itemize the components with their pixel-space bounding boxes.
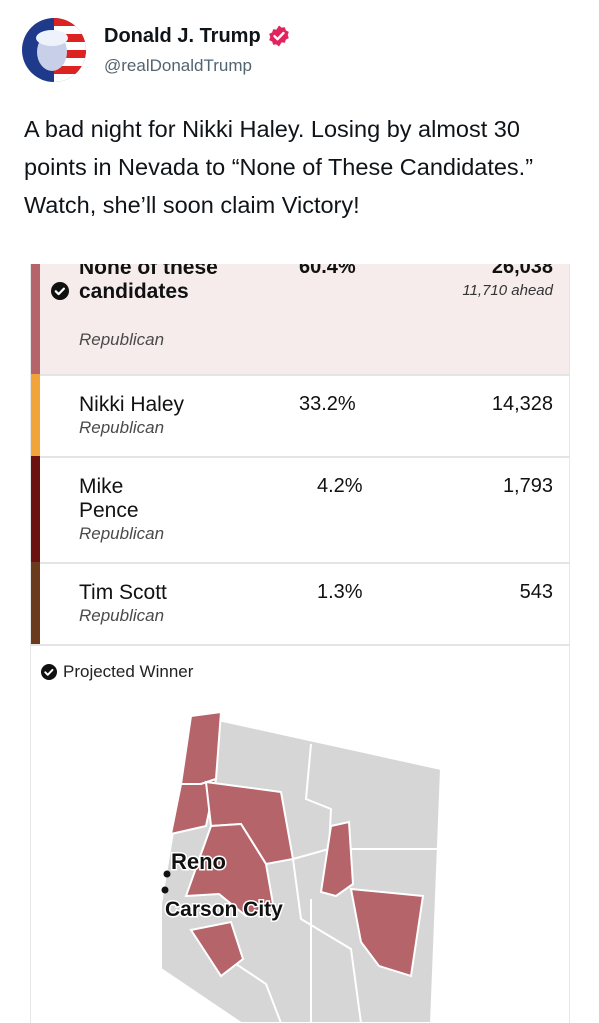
vote-count: 14,328 [491,393,553,415]
candidate-color-bar [31,374,40,456]
vote-count: 26,038 [491,264,553,278]
legend-label: Projected Winner [63,662,194,681]
candidate-color-bar [31,456,40,562]
city-label: Reno [171,849,226,874]
candidate-name: Tim Scott [79,581,167,604]
projected-winner-legend: Projected Winner [41,662,193,682]
avatar[interactable] [22,18,86,82]
tweet-text: A bad night for Nikki Haley. Losing by a… [24,116,534,218]
vote-count: 543 [519,581,553,603]
map-county [179,710,223,785]
author-name[interactable]: Donald J. Trump [104,25,261,48]
results-row: Tim Scott Republican 1.3% 543 [31,562,569,646]
vote-lead: 11,710 ahead [462,282,553,299]
author-handle[interactable]: @realDonaldTrump [104,56,252,76]
results-card: None of these candidates Republican 60.4… [30,264,570,1023]
verified-badge-icon [267,24,291,48]
candidate-color-bar [31,264,40,374]
nevada-county-map: Reno Carson City [160,710,443,1023]
vote-percent: 33.2% [299,393,356,415]
candidate-party: Republican [79,524,165,543]
winner-check-icon [41,664,57,680]
winner-check-icon [51,282,69,300]
candidate-name: Nikki Haley [79,393,185,416]
candidate-name: None of these candidates [79,264,218,303]
vote-count: 1,793 [502,475,553,497]
vote-percent: 60.4% [299,264,356,278]
candidate-party: Republican [79,606,165,625]
city-dot [161,886,169,894]
candidate-color-bar [31,562,40,644]
vote-percent: 4.2% [317,475,363,497]
results-row: Nikki Haley Republican 33.2% 14,328 [31,374,569,458]
city-label: Carson City [165,898,283,921]
city-dot [163,870,171,878]
results-row: None of these candidates Republican 60.4… [31,264,569,376]
candidate-party: Republican [79,330,165,349]
results-row: Mike Pence Republican 4.2% 1,793 [31,456,569,564]
vote-percent: 1.3% [317,581,363,603]
candidate-party: Republican [79,418,165,437]
candidate-name: Mike Pence [79,475,139,522]
